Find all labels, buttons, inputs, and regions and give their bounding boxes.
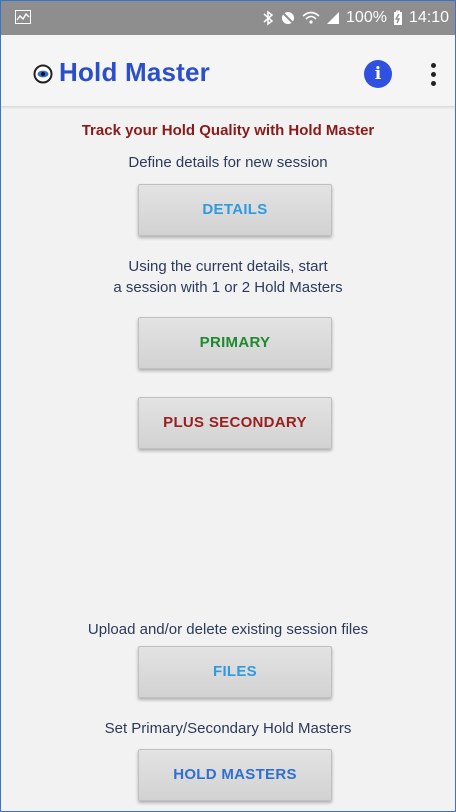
details-prompt: Define details for new session (128, 154, 328, 171)
details-button[interactable]: DETAILS (138, 184, 332, 236)
session-prompt-line2: a session with 1 or 2 Hold Masters (113, 279, 343, 296)
overflow-menu-icon[interactable] (427, 59, 439, 89)
session-prompt-line1: Using the current details, start (128, 258, 328, 275)
files-prompt: Upload and/or delete existing session fi… (87, 621, 369, 638)
wifi-icon (302, 11, 320, 25)
app-logo-icon (33, 64, 53, 84)
signal-icon (326, 11, 340, 25)
info-icon[interactable]: i (364, 60, 392, 88)
tagline: Track your Hold Quality with Hold Master (81, 122, 375, 139)
status-bar: 100% 14:10 (1, 1, 455, 35)
bluetooth-icon (262, 10, 274, 26)
hold-masters-button[interactable]: HOLD MASTERS (138, 749, 332, 801)
app-title: Hold Master (59, 57, 211, 87)
activity-notification-icon (15, 10, 31, 24)
files-button[interactable]: FILES (138, 646, 332, 698)
app-bar: Hold Master i (1, 35, 455, 107)
plus-secondary-button[interactable]: PLUS SECONDARY (138, 397, 332, 449)
clock: 14:10 (408, 9, 449, 26)
battery-charging-icon (393, 10, 403, 26)
hold-masters-prompt: Set Primary/Secondary Hold Masters (104, 720, 352, 737)
mute-icon (280, 10, 296, 26)
primary-button[interactable]: PRIMARY (138, 317, 332, 369)
status-icons: 100% 14:10 (262, 1, 449, 35)
battery-percent: 100% (346, 9, 387, 26)
